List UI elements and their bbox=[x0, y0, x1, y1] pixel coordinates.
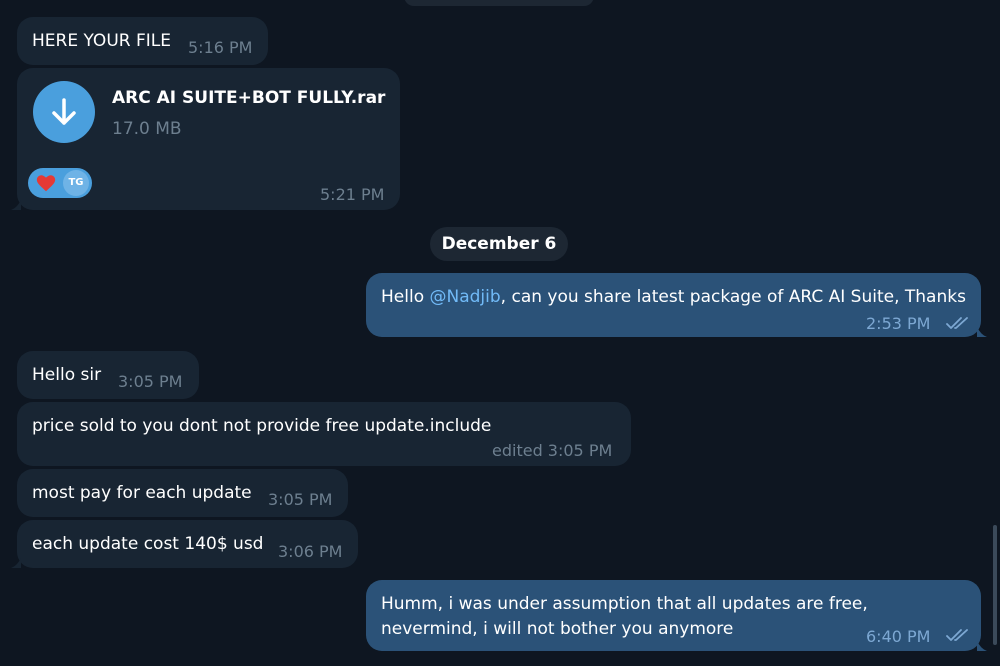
outgoing-message[interactable]: Hello @Nadjib, can you share latest pack… bbox=[366, 273, 987, 337]
previous-date-pill bbox=[404, 0, 594, 6]
user-mention-link[interactable]: @Nadjib bbox=[430, 287, 501, 307]
heart-icon bbox=[36, 175, 56, 192]
message-text: HERE YOUR FILE bbox=[32, 31, 171, 51]
avatar-label: TG bbox=[68, 177, 84, 188]
message-time: 3:06 PM bbox=[278, 542, 343, 561]
text-suffix: , can you share latest package of ARC AI… bbox=[500, 287, 966, 307]
message-time: 5:16 PM bbox=[188, 38, 253, 57]
date-separator: December 6 bbox=[430, 227, 568, 261]
message-text-line-2: nevermind, i will not bother you anymore bbox=[381, 619, 734, 639]
download-arrow-icon bbox=[52, 98, 76, 125]
bubble-tail bbox=[11, 558, 21, 568]
bubble-tail bbox=[977, 327, 987, 337]
incoming-message[interactable]: price sold to you dont not provide free … bbox=[17, 402, 631, 466]
outgoing-message[interactable]: Humm, i was under assumption that all up… bbox=[366, 580, 987, 651]
download-button[interactable] bbox=[33, 81, 95, 143]
message-text-line-1: Humm, i was under assumption that all up… bbox=[381, 594, 868, 614]
message-time: 2:53 PM bbox=[866, 314, 931, 333]
bubble-tail bbox=[977, 641, 987, 651]
message-text: Hello @Nadjib, can you share latest pack… bbox=[381, 285, 966, 309]
message-time: edited 3:05 PM bbox=[492, 441, 613, 460]
double-check-icon bbox=[946, 629, 968, 641]
incoming-message[interactable]: each update cost 140$ usd 3:06 PM bbox=[11, 520, 358, 568]
message-time: 3:05 PM bbox=[268, 490, 333, 509]
message-time: 3:05 PM bbox=[118, 372, 183, 391]
message-text: price sold to you dont not provide free … bbox=[32, 416, 492, 436]
file-name[interactable]: ARC AI SUITE+BOT FULLY.rar bbox=[112, 86, 385, 110]
double-check-icon bbox=[946, 317, 968, 329]
incoming-message[interactable]: most pay for each update 3:05 PM bbox=[17, 469, 348, 517]
message-text: each update cost 140$ usd bbox=[32, 534, 264, 554]
message-text: Hello sir bbox=[32, 365, 102, 385]
message-time: 5:21 PM bbox=[320, 185, 385, 204]
message-time: 6:40 PM bbox=[866, 627, 931, 646]
bubble-tail bbox=[11, 200, 21, 210]
incoming-message[interactable]: HERE YOUR FILE 5:16 PM bbox=[17, 17, 268, 65]
file-size: 17.0 MB bbox=[112, 119, 182, 139]
reaction-avatar: TG bbox=[63, 170, 89, 196]
chat-scrollbar[interactable] bbox=[993, 525, 997, 645]
message-text: most pay for each update bbox=[32, 483, 252, 503]
incoming-message[interactable]: Hello sir 3:05 PM bbox=[17, 351, 199, 399]
reaction-chip[interactable]: TG bbox=[28, 168, 92, 198]
text-prefix: Hello bbox=[381, 287, 430, 307]
